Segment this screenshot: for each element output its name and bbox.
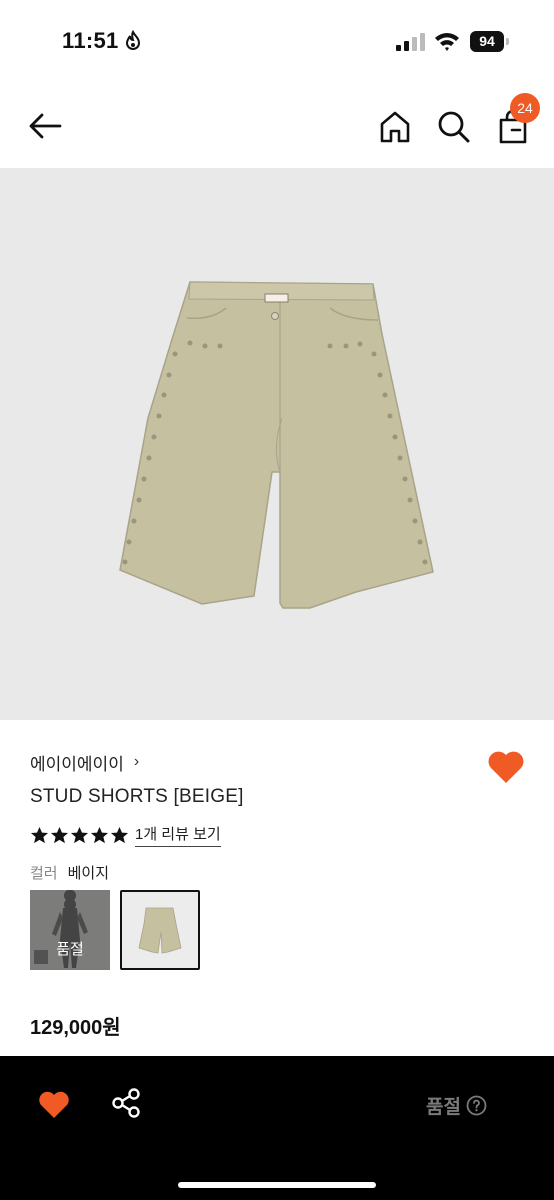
soldout-label: 품절 [56, 941, 84, 958]
star-icon [50, 826, 69, 843]
soldout-status: 품절 [426, 1092, 487, 1119]
star-icon [70, 826, 89, 843]
search-icon[interactable] [435, 108, 473, 146]
product-image[interactable] [0, 168, 554, 720]
rating-row: 1개 리뷰 보기 [30, 823, 221, 847]
help-circle-icon[interactable] [466, 1095, 487, 1116]
flame-icon [125, 30, 141, 50]
chevron-right-icon: › [133, 753, 140, 770]
review-link[interactable]: 1개 리뷰 보기 [135, 823, 221, 847]
wifi-icon [435, 33, 459, 51]
color-option-row: 컬러 베이지 [30, 862, 109, 883]
status-time: 11:51 [62, 28, 119, 53]
heart-icon[interactable] [486, 747, 526, 785]
brand-link[interactable]: 에이이에이이 › [30, 750, 139, 774]
cart-count-badge: 24 [510, 93, 540, 123]
shorts-illustration [119, 281, 434, 609]
star-icon [30, 826, 49, 843]
share-icon[interactable] [110, 1087, 142, 1119]
top-navigation [0, 84, 554, 168]
product-title: STUD SHORTS [BEIGE] [30, 786, 244, 807]
back-arrow-icon[interactable] [26, 106, 66, 146]
battery-icon: 94 [470, 31, 510, 52]
star-icon [110, 826, 129, 843]
beige-shorts-thumbnail [138, 907, 182, 954]
heart-icon[interactable] [38, 1089, 70, 1119]
star-icon [90, 826, 109, 843]
status-bar: 11:51 94 [0, 0, 554, 84]
color-value: 베이지 [67, 865, 110, 882]
rating-stars [30, 826, 129, 845]
signal-icon [396, 33, 425, 51]
home-icon[interactable] [376, 108, 414, 146]
brand-name: 에이이에이이 [30, 754, 124, 774]
product-price: 129,000원 [30, 1017, 121, 1039]
soldout-status-label: 품절 [426, 1097, 461, 1118]
color-swatch-beige[interactable] [120, 890, 200, 970]
battery-level: 94 [470, 31, 504, 52]
home-indicator [178, 1182, 376, 1188]
color-swatch-model[interactable]: 품절 [30, 890, 110, 970]
bottom-action-bar: 품절 [0, 1056, 554, 1200]
color-label: 컬러 [30, 865, 58, 882]
